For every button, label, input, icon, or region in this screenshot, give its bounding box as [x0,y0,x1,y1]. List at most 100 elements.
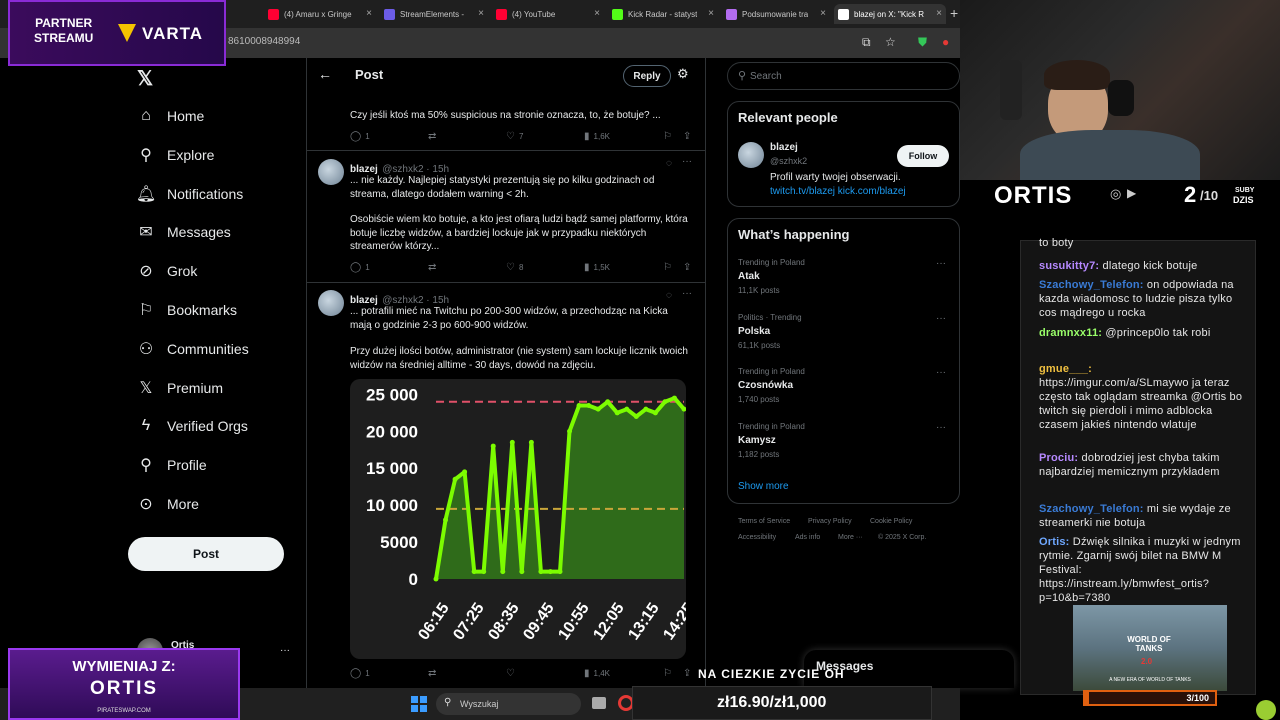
nav-item-messages[interactable]: ✉ Messages [136,218,231,246]
footer-link[interactable]: More ··· [838,534,863,541]
footer-link[interactable]: Cookie Policy [870,518,912,525]
share-action[interactable]: ⇪ [683,262,691,273]
reply-action[interactable]: ◯ 1 [350,668,370,679]
share-action[interactable]: ⇪ [683,131,691,142]
grok-icon[interactable]: ◌ [666,290,672,301]
nav-item-verified-orgs[interactable]: ϟ Verified Orgs [136,412,248,440]
grok-icon[interactable]: ◌ [666,158,672,169]
like-action[interactable]: ♡ [506,668,515,679]
footer-link[interactable]: Privacy Policy [808,518,852,525]
chat-username[interactable]: Prociu: [1039,452,1078,464]
trend-more-icon[interactable]: ··· [936,258,946,269]
browser-tab[interactable]: blazej on X: "Kick R × [834,4,946,24]
data-point [633,414,639,420]
footer-link[interactable]: Terms of Service [738,518,790,525]
action-count: 7 [518,132,524,141]
close-tab-icon[interactable]: × [594,8,600,19]
nav-item-bookmarks[interactable]: ⚐ Bookmarks [136,296,237,324]
partner-brand: VARTA [142,24,204,43]
chat-username[interactable]: dramnxx11: [1039,327,1102,339]
browser-tab[interactable]: StreamElements - × [380,4,488,24]
url-input[interactable]: 8610008948994 [228,36,300,47]
chat-message: Prociu: dobrodziej jest chyba takim najb… [1039,451,1244,479]
like-action[interactable]: ♡ 8 [506,262,523,273]
like-action[interactable]: ♡ 7 [506,131,523,142]
close-tab-icon[interactable]: × [708,8,714,19]
close-tab-icon[interactable]: × [820,8,826,19]
trend-more-icon[interactable]: ··· [936,367,946,378]
trend-name[interactable]: Atak [738,271,760,282]
extension-shield-icon[interactable]: ⛊ [918,35,927,50]
trend-name[interactable]: Czosnówka [738,380,793,391]
footer-link[interactable]: Ads info [795,534,820,541]
relevant-handle[interactable]: @szhxk2 [770,156,807,166]
tweet-more-icon[interactable]: ··· [682,288,692,299]
browser-tab[interactable]: (4) Amaru x Gringe × [264,4,376,24]
nav-item-home[interactable]: ⌂ Home [136,102,204,130]
settings-sliders-icon[interactable]: ⚙ [677,66,689,82]
close-tab-icon[interactable]: × [366,8,372,19]
views-action[interactable]: ▮ 1,5K [584,262,610,273]
views-action[interactable]: ▮ 1,4K [584,668,610,679]
bookmark-action[interactable]: ⚐ [663,262,672,273]
trend-name[interactable]: Polska [738,326,770,337]
show-more-link[interactable]: Show more [738,481,789,492]
chat-username[interactable]: gmue___: [1039,363,1092,375]
nav-item-more[interactable]: ⊙ More [136,490,199,518]
task-view-icon[interactable] [592,697,606,709]
trend-more-icon[interactable]: ··· [936,422,946,433]
windows-start-icon[interactable] [411,696,427,712]
data-point [595,406,601,412]
nav-item-profile[interactable]: ⚲ Profile [136,451,207,479]
new-tab-button[interactable]: + [950,5,958,21]
trend-more-icon[interactable]: ··· [936,313,946,324]
bookmark-action[interactable]: ⚐ [663,668,672,679]
reply-action[interactable]: ◯ 1 [350,262,370,273]
search-box[interactable]: ⚲ Search [727,62,960,90]
chat-username[interactable]: Szachowy_Telefon: [1039,279,1144,291]
nav-item-explore[interactable]: ⚲ Explore [136,141,214,169]
partner-line-2: STREAMU [34,31,94,45]
retweet-action[interactable]: ⇄ [428,262,436,273]
close-tab-icon[interactable]: × [936,8,942,19]
browser-tab[interactable]: Kick Radar - statyst × [608,4,718,24]
relevant-avatar[interactable] [738,142,764,168]
views-action[interactable]: ▮ 1,6K [584,131,610,142]
retweet-action[interactable]: ⇄ [428,668,436,679]
back-arrow-icon[interactable]: ← [318,66,332,82]
extension-record-icon[interactable]: ● [942,35,949,49]
screen-share-icon[interactable]: ⧉ [862,35,871,50]
trend-name[interactable]: Kamysz [738,435,776,446]
share-action[interactable]: ⇪ [683,668,691,679]
tweet-avatar[interactable] [318,159,344,185]
data-point [557,569,563,575]
retweet-action[interactable]: ⇄ [428,131,436,142]
nav-item-grok[interactable]: ⊘ Grok [136,257,197,285]
nav-item-premium[interactable]: 𝕏 Premium [136,374,223,402]
tweet-avatar[interactable] [318,290,344,316]
taskbar-search[interactable]: ⚲ Wyszukaj [436,693,581,715]
relevant-links[interactable]: twitch.tv/blazej kick.com/blazej [770,186,906,197]
close-tab-icon[interactable]: × [478,8,484,19]
x-logo-icon[interactable]: 𝕏 [137,66,153,91]
viewers-chart-image[interactable]: 25 00020 00015 00010 0005000006:1507:250… [350,379,686,659]
tweet-more-icon[interactable]: ··· [682,156,692,167]
chat-text: @princep0lo tak robi [1102,327,1211,339]
nav-item-label: Verified Orgs [167,418,248,435]
relevant-name[interactable]: blazej [770,142,798,153]
bookmark-action[interactable]: ⚐ [663,131,672,142]
chat-username[interactable]: Szachowy_Telefon: [1039,503,1144,515]
footer-link[interactable]: Accessibility [738,534,776,541]
browser-tab[interactable]: Podsumowanie tra × [722,4,830,24]
reply-action[interactable]: ◯ 1 [350,131,370,142]
chat-username[interactable]: Ortis: [1039,536,1070,548]
nav-item-notifications[interactable]: 🔔︎ Notifications [136,180,243,208]
account-more-icon[interactable]: ··· [280,645,290,656]
follow-button[interactable]: Follow [897,145,949,167]
post-button[interactable]: Post [128,537,284,571]
nav-item-communities[interactable]: ⚇ Communities [136,335,249,363]
browser-tab[interactable]: (4) YouTube × [492,4,604,24]
reply-button[interactable]: Reply [623,65,671,87]
chat-username[interactable]: susukitty7: [1039,260,1099,272]
star-icon[interactable]: ☆ [885,35,896,49]
